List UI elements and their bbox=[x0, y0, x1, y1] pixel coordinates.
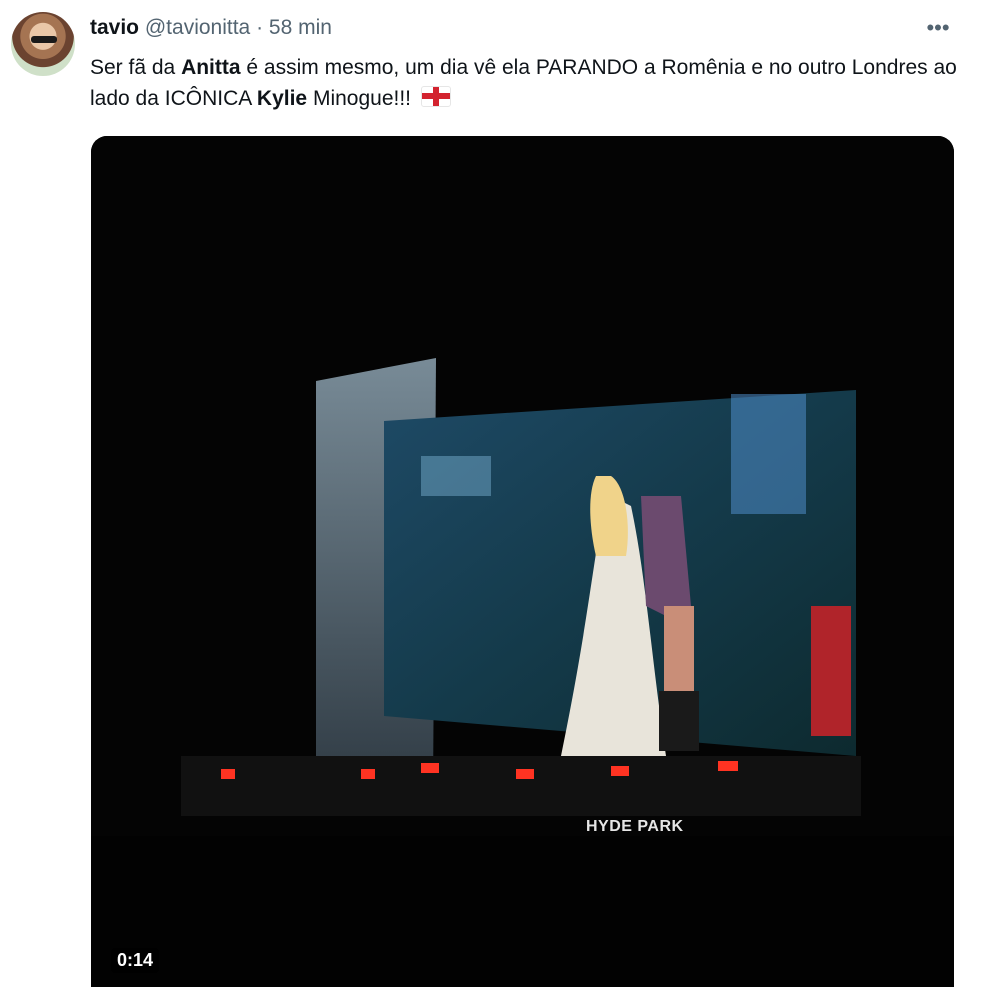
tweet: tavio @tavionitta · 58 min ••• Ser fã da… bbox=[0, 0, 984, 987]
user-handle[interactable]: @tavionitta bbox=[145, 16, 250, 39]
timestamp[interactable]: 58 min bbox=[269, 16, 332, 39]
england-flag-icon bbox=[420, 86, 451, 107]
video-duration: 0:14 bbox=[111, 948, 160, 973]
mention-anitta: Anitta bbox=[181, 56, 241, 79]
mention-kylie: Kylie bbox=[256, 87, 308, 110]
sunglasses bbox=[31, 36, 57, 43]
video-player[interactable]: HYDE PARK 0:14 bbox=[91, 136, 954, 987]
video-frame bbox=[91, 136, 954, 987]
tweet-header: tavio @tavionitta · 58 min bbox=[90, 14, 332, 42]
separator-dot: · bbox=[256, 16, 264, 39]
stage-sign: HYDE PARK bbox=[586, 818, 684, 835]
tweet-text-part: Minogue!!! bbox=[307, 87, 417, 110]
tweet-text: Ser fã da Anitta é assim mesmo, um dia v… bbox=[90, 52, 960, 114]
tweet-text-part: Ser fã da bbox=[90, 56, 182, 79]
avatar[interactable] bbox=[11, 12, 75, 76]
more-options-icon[interactable]: ••• bbox=[922, 16, 954, 40]
display-name[interactable]: tavio bbox=[90, 16, 139, 39]
